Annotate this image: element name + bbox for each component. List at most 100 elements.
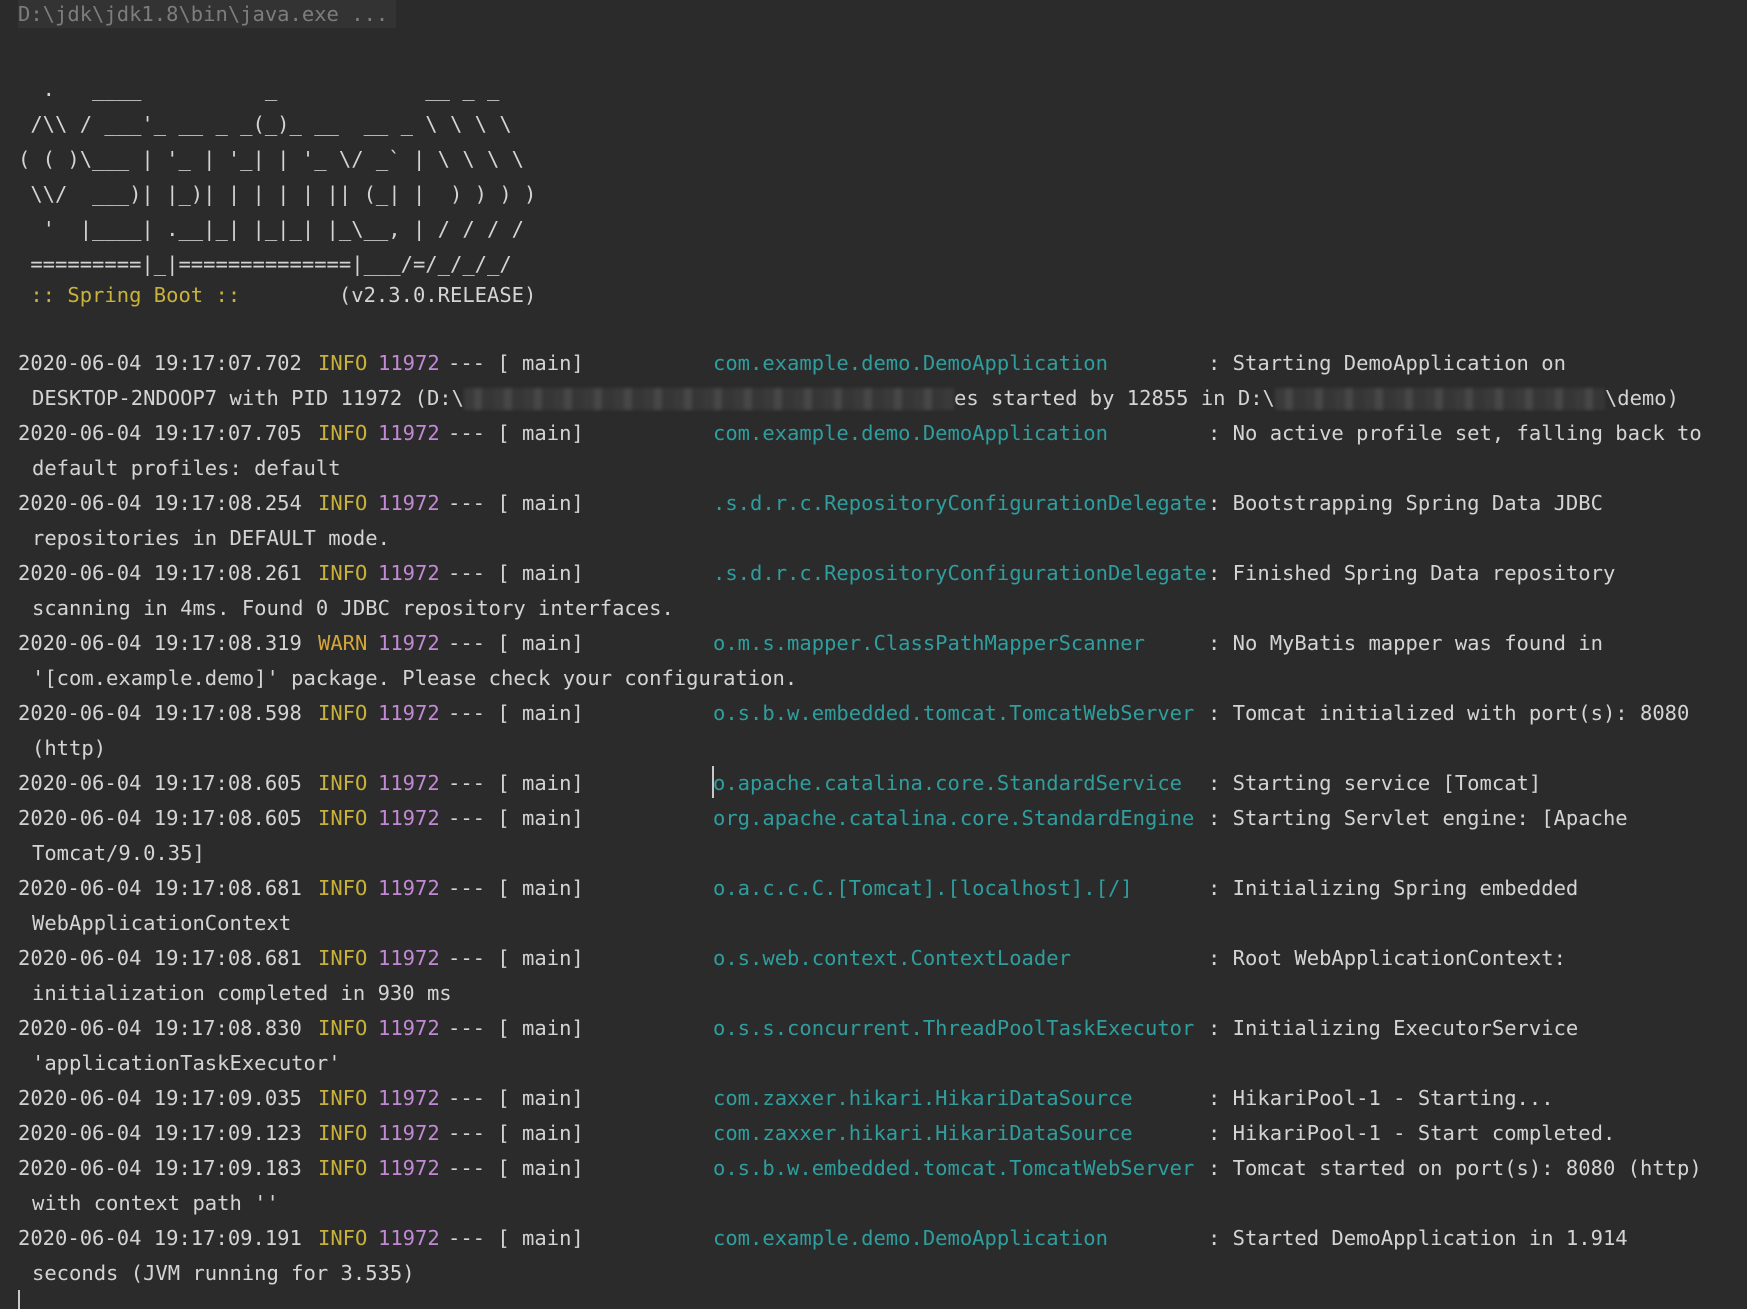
log-level: INFO <box>318 1226 368 1250</box>
log-logger: o.a.c.c.C.[Tomcat].[localhost].[/] <box>713 876 1133 900</box>
log-pid: 11972 <box>378 1226 440 1250</box>
log-timestamp: 2020-06-04 19:17:08.605 <box>18 806 302 830</box>
log-logger: o.s.s.concurrent.ThreadPoolTaskExecutor <box>713 1016 1195 1040</box>
spring-boot-label: :: Spring Boot :: <box>18 283 253 307</box>
log-timestamp: 2020-06-04 19:17:08.261 <box>18 561 302 585</box>
log-continuation: seconds (JVM running for 3.535) <box>18 1256 1718 1291</box>
log-continuation: Tomcat/9.0.35] <box>18 836 1718 871</box>
log-pid: 11972 <box>378 1016 440 1040</box>
log-entry: 2020-06-04 19:17:08.830 INFO 11972 --- [ ma… <box>18 1011 1718 1081</box>
log-pid: 11972 <box>378 1156 440 1180</box>
log-thread: --- [ main] <box>448 1226 584 1250</box>
redacted-path <box>1274 388 1605 410</box>
log-message: : Bootstrapping Spring Data JDBC <box>1208 491 1603 515</box>
log-logger: o.s.web.context.ContextLoader <box>713 946 1071 970</box>
log-line: 2020-06-04 19:17:09.191 INFO 11972 --- [ ma… <box>18 1221 1718 1256</box>
log-line: 2020-06-04 19:17:09.035 INFO 11972 --- [ ma… <box>18 1081 1718 1116</box>
log-output: 2020-06-04 19:17:07.702 INFO 11972 --- [ ma… <box>18 346 1718 1291</box>
log-logger: o.apache.catalina.core.StandardService <box>713 771 1182 795</box>
log-line: 2020-06-04 19:17:09.183 INFO 11972 --- [ ma… <box>18 1151 1718 1186</box>
log-continuation: scanning in 4ms. Found 0 JDBC repository… <box>18 591 1718 626</box>
log-logger: o.m.s.mapper.ClassPathMapperScanner <box>713 631 1145 655</box>
log-continuation-text: '[com.example.demo]' package. Please che… <box>32 666 798 690</box>
log-level: INFO <box>318 1016 368 1040</box>
log-entry: 2020-06-04 19:17:08.681 INFO 11972 --- [ ma… <box>18 941 1718 1011</box>
log-thread: --- [ main] <box>448 1121 584 1145</box>
log-message: : HikariPool-1 - Starting... <box>1208 1086 1554 1110</box>
log-line: 2020-06-04 19:17:08.598 INFO 11972 --- [ ma… <box>18 696 1718 731</box>
log-continuation-text: DESKTOP-2NDOOP7 with PID 11972 (D:\ <box>32 386 464 410</box>
log-line: 2020-06-04 19:17:08.681 INFO 11972 --- [ ma… <box>18 941 1718 976</box>
log-line: 2020-06-04 19:17:08.830 INFO 11972 --- [ ma… <box>18 1011 1718 1046</box>
log-entry: 2020-06-04 19:17:09.035 INFO 11972 --- [ ma… <box>18 1081 1718 1116</box>
log-thread: --- [ main] <box>448 491 584 515</box>
log-continuation-text: with context path '' <box>32 1191 279 1215</box>
log-line: 2020-06-04 19:17:08.605 INFO 11972 --- [ ma… <box>18 801 1718 836</box>
input-cursor[interactable] <box>18 1290 20 1309</box>
log-logger: .s.d.r.c.RepositoryConfigurationDelegate <box>713 491 1207 515</box>
log-entry: 2020-06-04 19:17:08.681 INFO 11972 --- [ ma… <box>18 871 1718 941</box>
log-timestamp: 2020-06-04 19:17:08.254 <box>18 491 302 515</box>
log-entry: 2020-06-04 19:17:08.254 INFO 11972 --- [ ma… <box>18 486 1718 556</box>
log-thread: --- [ main] <box>448 1086 584 1110</box>
log-entry: 2020-06-04 19:17:08.598 INFO 11972 --- [ ma… <box>18 696 1718 766</box>
log-pid: 11972 <box>378 771 440 795</box>
log-logger: com.example.demo.DemoApplication <box>713 1226 1108 1250</box>
log-continuation-text: seconds (JVM running for 3.535) <box>32 1261 415 1285</box>
run-console[interactable]: D:\jdk\jdk1.8\bin\java.exe ... . ____ _ … <box>0 0 1747 1309</box>
log-thread: --- [ main] <box>448 561 584 585</box>
log-continuation-text: Tomcat/9.0.35] <box>32 841 205 865</box>
log-continuation-text: 'applicationTaskExecutor' <box>32 1051 341 1075</box>
log-continuation-text: repositories in DEFAULT mode. <box>32 526 390 550</box>
log-continuation: initialization completed in 930 ms <box>18 976 1718 1011</box>
log-logger: o.s.b.w.embedded.tomcat.TomcatWebServer <box>713 701 1195 725</box>
log-level: INFO <box>318 1086 368 1110</box>
log-line: 2020-06-04 19:17:07.705 INFO 11972 --- [ ma… <box>18 416 1718 451</box>
log-timestamp: 2020-06-04 19:17:08.605 <box>18 771 302 795</box>
log-message: : Finished Spring Data repository <box>1208 561 1616 585</box>
log-pid: 11972 <box>378 631 440 655</box>
log-logger: com.zaxxer.hikari.HikariDataSource <box>713 1121 1133 1145</box>
log-continuation-text: (http) <box>32 736 107 760</box>
log-message: : Starting DemoApplication on <box>1208 351 1566 375</box>
log-level: INFO <box>318 1121 368 1145</box>
log-timestamp: 2020-06-04 19:17:07.702 <box>18 351 302 375</box>
log-level: INFO <box>318 421 368 445</box>
log-pid: 11972 <box>378 876 440 900</box>
log-level: INFO <box>318 771 368 795</box>
log-message: : Initializing ExecutorService <box>1208 1016 1579 1040</box>
log-logger: com.zaxxer.hikari.HikariDataSource <box>713 1086 1133 1110</box>
banner-line: ' |____| .__|_| |_|_| |_\__, | / / / / <box>18 217 525 241</box>
log-thread: --- [ main] <box>448 351 584 375</box>
log-level: INFO <box>318 1156 368 1180</box>
log-entry: 2020-06-04 19:17:07.702 INFO 11972 --- [ ma… <box>18 346 1718 416</box>
spring-banner: . ____ _ __ _ _ /\\ / ___'_ __ _ _(_)_ _… <box>18 72 536 282</box>
log-level: INFO <box>318 701 368 725</box>
log-continuation-text: es started by 12855 in D:\ <box>953 386 1275 410</box>
log-continuation: 'applicationTaskExecutor' <box>18 1046 1718 1081</box>
command-line[interactable]: D:\jdk\jdk1.8\bin\java.exe ... <box>18 0 397 28</box>
log-logger: com.example.demo.DemoApplication <box>713 421 1108 445</box>
log-thread: --- [ main] <box>448 701 584 725</box>
log-timestamp: 2020-06-04 19:17:08.681 <box>18 876 302 900</box>
log-entry: 2020-06-04 19:17:09.191 INFO 11972 --- [ ma… <box>18 1221 1718 1291</box>
log-continuation: WebApplicationContext <box>18 906 1718 941</box>
log-message: : No MyBatis mapper was found in <box>1208 631 1603 655</box>
log-continuation: repositories in DEFAULT mode. <box>18 521 1718 556</box>
log-timestamp: 2020-06-04 19:17:08.830 <box>18 1016 302 1040</box>
log-continuation-text: WebApplicationContext <box>32 911 292 935</box>
log-thread: --- [ main] <box>448 806 584 830</box>
log-entry: 2020-06-04 19:17:08.319 WARN 11972 --- [ ma… <box>18 626 1718 696</box>
log-timestamp: 2020-06-04 19:17:08.598 <box>18 701 302 725</box>
log-message: : Tomcat started on port(s): 8080 (http) <box>1208 1156 1702 1180</box>
log-entry: 2020-06-04 19:17:08.261 INFO 11972 --- [ ma… <box>18 556 1718 626</box>
log-continuation: DESKTOP-2NDOOP7 with PID 11972 (D:\ es st… <box>18 381 1718 416</box>
log-timestamp: 2020-06-04 19:17:08.681 <box>18 946 302 970</box>
log-logger: org.apache.catalina.core.StandardEngine <box>713 806 1195 830</box>
log-line: 2020-06-04 19:17:08.261 INFO 11972 --- [ ma… <box>18 556 1718 591</box>
banner-line: . ____ _ __ _ _ <box>18 77 500 101</box>
log-entry: 2020-06-04 19:17:08.605 INFO 11972 --- [ ma… <box>18 801 1718 871</box>
log-logger: com.example.demo.DemoApplication <box>713 351 1108 375</box>
log-pid: 11972 <box>378 351 440 375</box>
banner-line: =========|_|==============|___/=/_/_/_/ <box>18 252 512 276</box>
